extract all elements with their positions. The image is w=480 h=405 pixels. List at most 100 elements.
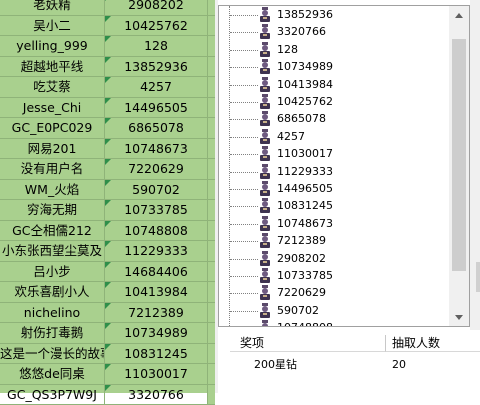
user-name-cell[interactable]: 网易201 [0, 139, 105, 160]
list-item[interactable]: 7220629 [219, 284, 449, 302]
next-column-cell[interactable] [208, 282, 215, 303]
prize-cell[interactable]: 200星钻 [254, 357, 297, 373]
user-name-cell[interactable]: nichelino [0, 303, 105, 324]
list-item[interactable]: 10831245 [219, 197, 449, 215]
user-id-value: 14496505 [124, 100, 188, 115]
user-id-cell[interactable]: 10748808 [105, 221, 208, 242]
user-id-cell[interactable]: 14684406 [105, 262, 208, 283]
user-name-cell[interactable]: GC_QS3P7W9J [0, 385, 105, 405]
user-name-cell[interactable]: 吕小步 [0, 262, 105, 283]
user-name-cell[interactable]: 没有用户名 [0, 159, 105, 180]
user-name-cell[interactable]: 穷海无期 [0, 200, 105, 221]
list-item-label: 14496505 [277, 180, 333, 198]
dropdown-user-list[interactable]: 1385293633207661281073498910413984104257… [218, 5, 470, 327]
next-column-cell[interactable] [208, 159, 215, 180]
list-item-label: 10734989 [277, 58, 333, 76]
next-column-cell[interactable] [208, 139, 215, 160]
list-item[interactable]: 6865078 [219, 110, 449, 128]
list-item[interactable]: 4257 [219, 128, 449, 146]
user-id-cell[interactable]: 7220629 [105, 159, 208, 180]
next-column-cell[interactable] [208, 36, 215, 57]
user-name-cell[interactable]: 悠悠de同桌 [0, 364, 105, 385]
tree-branch-line [230, 85, 258, 86]
column-header-count[interactable]: 抽取人数 [386, 335, 480, 352]
list-item[interactable]: 13852936 [219, 6, 449, 24]
user-id-cell[interactable]: 10748673 [105, 139, 208, 160]
list-item[interactable]: 10748673 [219, 215, 449, 233]
scroll-down-button[interactable] [449, 308, 469, 326]
next-column-cell[interactable] [208, 303, 215, 324]
list-item-label: 7220629 [277, 284, 326, 302]
user-id-cell[interactable]: 11229333 [105, 241, 208, 262]
list-item[interactable]: 590702 [219, 302, 449, 320]
user-tree-node-icon [257, 111, 273, 127]
next-column-cell[interactable] [208, 323, 215, 344]
next-column-cell[interactable] [208, 0, 215, 16]
user-id-cell[interactable]: 3320766 [105, 385, 208, 405]
list-item[interactable]: 14496505 [219, 180, 449, 198]
list-item[interactable]: 10425762 [219, 93, 449, 111]
user-id-cell[interactable]: 10425762 [105, 16, 208, 37]
next-column-cell[interactable] [208, 385, 215, 405]
next-column-cell[interactable] [208, 262, 215, 283]
user-id-cell[interactable]: 6865078 [105, 118, 208, 139]
user-id-value: 7220629 [128, 161, 184, 176]
list-item[interactable]: 10733785 [219, 267, 449, 285]
user-id-cell[interactable]: 2908202 [105, 0, 208, 16]
list-item[interactable]: 128 [219, 41, 449, 59]
user-name-cell[interactable]: 小东张西望尘莫及 [0, 241, 105, 262]
next-column-cell[interactable] [208, 180, 215, 201]
user-name-cell[interactable]: GC_E0PC029 [0, 118, 105, 139]
user-id-cell[interactable]: 590702 [105, 180, 208, 201]
list-item[interactable]: 2908202 [219, 250, 449, 268]
user-id-cell[interactable]: 4257 [105, 77, 208, 98]
next-column-cell[interactable] [208, 344, 215, 365]
user-tree-node-icon [257, 7, 273, 23]
user-id-cell[interactable]: 128 [105, 36, 208, 57]
prize-table: 奖项 抽取人数 200星钻 20 [230, 330, 480, 393]
tree-branch-line [230, 311, 258, 312]
user-name-cell[interactable]: 射伤打毒鹅 [0, 323, 105, 344]
column-header-prize[interactable]: 奖项 [230, 335, 386, 352]
next-column-cell[interactable] [208, 57, 215, 78]
user-id-cell[interactable]: 14496505 [105, 98, 208, 119]
next-column-cell[interactable] [208, 16, 215, 37]
spreadsheet: 老妖精2908202吴小二10425762yelling_999128超越地平线… [0, 0, 215, 393]
user-name-cell[interactable]: WM_火焰 [0, 180, 105, 201]
scrollbar-thumb[interactable] [452, 39, 466, 271]
list-item[interactable]: 11229333 [219, 163, 449, 181]
user-name-cell[interactable]: 老妖精 [0, 0, 105, 16]
list-item[interactable]: 10748808 [219, 319, 449, 327]
user-id-cell[interactable]: 10733785 [105, 200, 208, 221]
user-id-cell[interactable]: 11030017 [105, 364, 208, 385]
list-item[interactable]: 7212389 [219, 232, 449, 250]
next-column-cell[interactable] [208, 200, 215, 221]
next-column-cell[interactable] [208, 241, 215, 262]
list-item[interactable]: 11030017 [219, 145, 449, 163]
user-id-cell[interactable]: 10831245 [105, 344, 208, 365]
next-column-cell[interactable] [208, 118, 215, 139]
user-id-cell[interactable]: 13852936 [105, 57, 208, 78]
user-tree-node-icon [257, 77, 273, 93]
user-name-cell[interactable]: 吴小二 [0, 16, 105, 37]
list-item[interactable]: 10413984 [219, 76, 449, 94]
list-item[interactable]: 3320766 [219, 23, 449, 41]
user-name-cell[interactable]: 这是一个漫长的故事 [0, 344, 105, 365]
user-id-cell[interactable]: 7212389 [105, 303, 208, 324]
user-id-cell[interactable]: 10734989 [105, 323, 208, 344]
vertical-scrollbar[interactable] [449, 6, 469, 326]
user-name-cell[interactable]: 欢乐喜剧小人 [0, 282, 105, 303]
user-name-cell[interactable]: yelling_999 [0, 36, 105, 57]
next-column-cell[interactable] [208, 364, 215, 385]
list-item[interactable]: 10734989 [219, 58, 449, 76]
scroll-up-button[interactable] [449, 6, 469, 24]
user-id-cell[interactable]: 10413984 [105, 282, 208, 303]
user-name-cell[interactable]: 超越地平线 [0, 57, 105, 78]
user-name-cell[interactable]: GC仝相儒212 [0, 221, 105, 242]
next-column-cell[interactable] [208, 77, 215, 98]
count-cell[interactable]: 20 [392, 357, 406, 373]
user-name-cell[interactable]: 吃艾蔡 [0, 77, 105, 98]
next-column-cell[interactable] [208, 221, 215, 242]
user-name-cell[interactable]: Jesse_Chi [0, 98, 105, 119]
next-column-cell[interactable] [208, 98, 215, 119]
